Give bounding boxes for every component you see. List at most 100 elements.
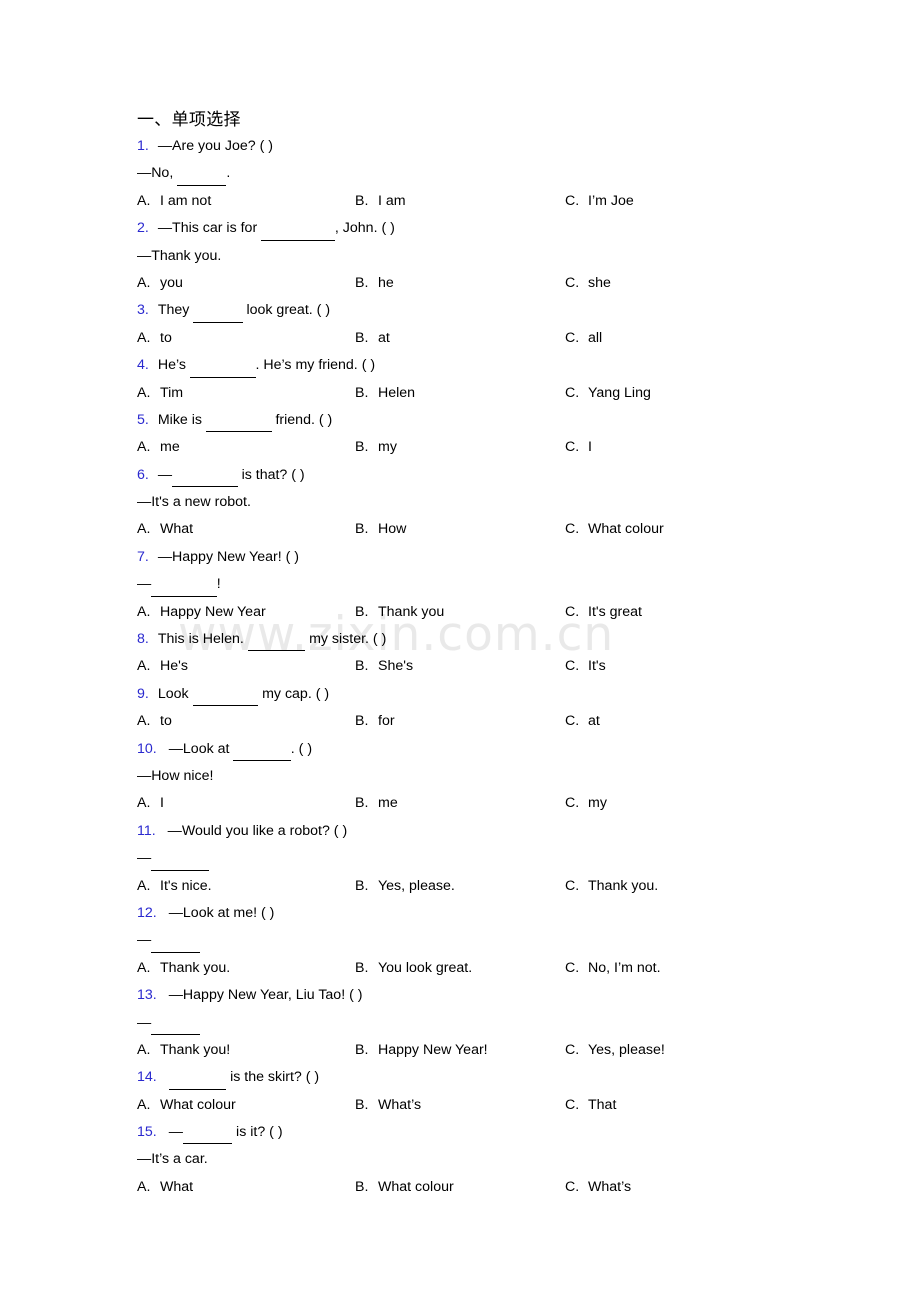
question-stem: 13. —Happy New Year, Liu Tao! ( ) (137, 982, 877, 1009)
option-text: It's (588, 658, 606, 675)
option-text: What colour (160, 1096, 236, 1113)
question-block: 12. —Look at me! ( ) — A. Thank you. B. You … (137, 900, 877, 982)
option-a[interactable]: A. me (137, 434, 180, 461)
option-text: Yes, please. (378, 877, 455, 894)
question-number: 10. (137, 740, 157, 757)
option-letter: B. (355, 795, 369, 812)
option-a[interactable]: A. I (137, 790, 164, 817)
question-block: 3. They look great. ( ) A. to B. at C. all (137, 297, 877, 352)
question-stem: 14. is the skirt? ( ) (137, 1064, 877, 1091)
option-text: That (588, 1096, 617, 1113)
option-letter: C. (565, 1041, 580, 1058)
option-a[interactable]: A. you (137, 270, 183, 297)
answer-blank (247, 623, 306, 652)
option-a[interactable]: A. It's nice. (137, 873, 212, 900)
option-b[interactable]: B. Yes, please. (355, 873, 455, 900)
option-a[interactable]: A. What colour (137, 1092, 236, 1119)
option-c[interactable]: C. all (565, 325, 602, 352)
option-a[interactable]: A. Tim (137, 380, 183, 407)
option-a[interactable]: A. Happy New Year (137, 599, 266, 626)
question-stem-text: —Look at . ( ) (169, 741, 312, 761)
option-letter: A. (137, 959, 151, 976)
question-stem-text: —Happy New Year! ( ) (157, 548, 299, 565)
option-text: to (160, 329, 172, 346)
option-a[interactable]: A. Thank you. (137, 955, 230, 982)
option-b[interactable]: B. What’s (355, 1092, 421, 1119)
option-b[interactable]: B. at (355, 325, 390, 352)
answer-blank (182, 1116, 233, 1145)
option-b[interactable]: B. How (355, 516, 406, 543)
option-b[interactable]: B. Helen (355, 380, 415, 407)
option-c[interactable]: C. That (565, 1092, 616, 1119)
option-row: A. What colour B. What’s C. That (137, 1092, 877, 1119)
option-a[interactable]: A. to (137, 325, 172, 352)
option-text: at (378, 329, 390, 346)
option-c[interactable]: C. What’s (565, 1174, 631, 1201)
question-stem: 4. He’s . He’s my friend. ( ) (137, 352, 877, 379)
option-letter: C. (565, 1096, 580, 1113)
option-text: Yes, please! (588, 1041, 665, 1058)
option-c[interactable]: C. she (565, 270, 611, 297)
option-c[interactable]: C. What colour (565, 516, 664, 543)
option-c[interactable]: C. my (565, 790, 607, 817)
answer-blank (189, 349, 256, 378)
option-row: A. I B. me C. my (137, 790, 877, 817)
option-c[interactable]: C. I’m Joe (565, 188, 634, 215)
option-c[interactable]: C. I (565, 434, 592, 461)
option-b[interactable]: B. for (355, 708, 395, 735)
option-text: It's nice. (160, 877, 212, 894)
option-c[interactable]: C. at (565, 708, 600, 735)
option-b[interactable]: B. You look great. (355, 955, 472, 982)
question-stem-text: They look great. ( ) (158, 302, 330, 323)
option-row: A. to B. for C. at (137, 708, 877, 735)
option-b[interactable]: B. She's (355, 653, 413, 680)
question-stem-text: — is it? ( ) (169, 1124, 283, 1145)
option-c[interactable]: C. Yes, please! (565, 1037, 665, 1064)
option-b[interactable]: B. me (355, 790, 398, 817)
question-block: 7. —Happy New Year! ( ) — ! A. Happy New Ye… (137, 544, 877, 626)
option-b[interactable]: B. my (355, 434, 397, 461)
option-letter: C. (565, 713, 580, 730)
option-a[interactable]: A. to (137, 708, 172, 735)
option-c[interactable]: C. Thank you. (565, 873, 658, 900)
question-stem: 15. — is it? ( ) (137, 1119, 877, 1146)
option-row: A. to B. at C. all (137, 325, 877, 352)
question-number: 15. (137, 1124, 157, 1141)
question-stem: 8. This is Helen. my sister. ( ) (137, 626, 877, 653)
option-c[interactable]: C. It's great (565, 599, 642, 626)
answer-blank (172, 459, 238, 488)
option-letter: C. (565, 795, 580, 812)
option-text: for (378, 713, 395, 730)
question-stem: 2. —This car is for , John. ( ) (137, 215, 877, 242)
option-letter: C. (565, 603, 580, 620)
option-letter: B. (355, 959, 369, 976)
option-b[interactable]: B. What colour (355, 1174, 454, 1201)
option-letter: B. (355, 1041, 369, 1058)
option-letter: B. (355, 658, 369, 675)
option-b[interactable]: B. Happy New Year! (355, 1037, 488, 1064)
option-text: he (378, 274, 394, 291)
option-a[interactable]: A. Thank you! (137, 1037, 230, 1064)
answer-blank (151, 842, 209, 871)
question-stem: 11. —Would you like a robot? ( ) (137, 818, 877, 845)
option-a[interactable]: A. What (137, 516, 193, 543)
option-letter: A. (137, 877, 151, 894)
option-b[interactable]: B. Thank you (355, 599, 444, 626)
option-b[interactable]: B. he (355, 270, 394, 297)
option-b[interactable]: B. I am (355, 188, 406, 215)
question-stem-text: — is that? ( ) (158, 467, 305, 488)
option-text: Thank you. (588, 877, 659, 894)
option-c[interactable]: C. Yang Ling (565, 380, 651, 407)
option-letter: C. (565, 521, 580, 538)
option-row: A. Thank you! B. Happy New Year! C. Yes, plea… (137, 1037, 877, 1064)
option-text: all (588, 329, 603, 346)
option-letter: C. (565, 959, 580, 976)
option-letter: B. (355, 384, 369, 401)
option-c[interactable]: C. No, I’m not. (565, 955, 661, 982)
option-c[interactable]: C. It's (565, 653, 606, 680)
option-a[interactable]: A. He's (137, 653, 188, 680)
option-a[interactable]: A. I am not (137, 188, 211, 215)
question-stem: 5. Mike is friend. ( ) (137, 407, 877, 434)
option-a[interactable]: A. What (137, 1174, 193, 1201)
option-letter: B. (355, 274, 369, 291)
